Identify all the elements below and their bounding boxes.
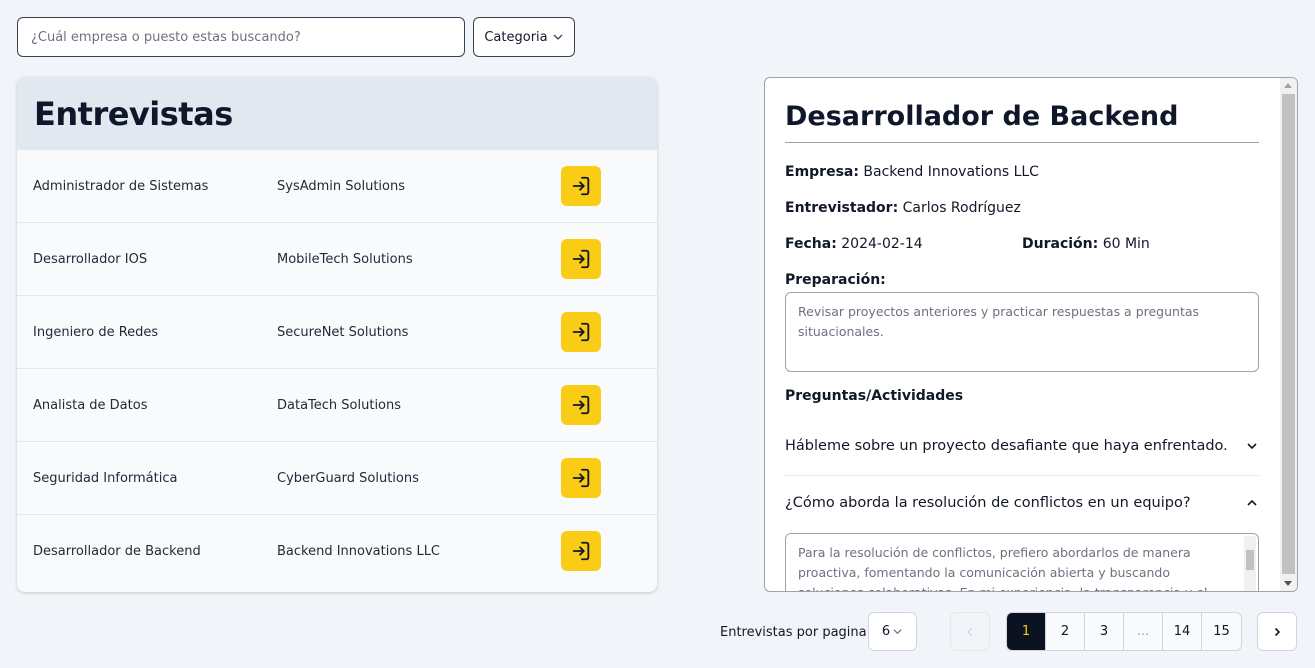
open-interview-button[interactable] (561, 166, 601, 206)
sign-in-icon (572, 322, 590, 342)
page-button[interactable]: 15 (1202, 613, 1241, 650)
row-position: Desarrollador de Backend (33, 544, 201, 559)
row-position: Administrador de Sistemas (33, 178, 209, 194)
detail-title: Desarrollador de Backend (785, 101, 1259, 143)
chevron-down-icon (1247, 443, 1257, 450)
row-company: DataTech Solutions (277, 397, 402, 413)
table-row: Seguridad Informática CyberGuard Solution… (17, 442, 657, 515)
detail-scrollbar[interactable] (1280, 78, 1297, 591)
answer-textarea[interactable]: Para la resolución de conflictos, prefie… (785, 533, 1259, 591)
chevron-left-icon (967, 627, 972, 636)
page-button[interactable]: 1 (1007, 613, 1046, 650)
prep-field: Preparación: (785, 272, 886, 288)
table-row: Ingeniero de Redes SecureNet Solutions (17, 296, 657, 369)
questions-field: Preguntas/Actividades (785, 388, 963, 404)
open-interview-button[interactable] (561, 239, 601, 279)
row-company: CyberGuard Solutions (277, 470, 419, 486)
chevron-up-icon (1247, 499, 1257, 506)
open-interview-button[interactable] (561, 458, 601, 498)
company-value: Backend Innovations LLC (863, 164, 1039, 180)
list-header: Entrevistas (17, 77, 657, 150)
chevron-down-icon (893, 629, 902, 635)
row-company: SecureNet Solutions (277, 324, 409, 340)
answer-text: Para la resolución de conflictos, prefie… (798, 545, 1208, 591)
row-company: Backend Innovations LLC (277, 544, 441, 559)
search-input[interactable] (17, 17, 465, 57)
page-button[interactable]: 2 (1046, 613, 1085, 650)
per-page-value: 6 (881, 624, 891, 639)
table-row: Desarrollador IOS MobileTech Solutions (17, 223, 657, 296)
category-label: Categoria (484, 29, 548, 45)
open-interview-button[interactable] (561, 531, 601, 571)
category-dropdown[interactable]: Categoria (473, 17, 575, 57)
open-interview-button[interactable] (561, 385, 601, 425)
table-row: Administrador de Sistemas SysAdmin Soluti… (17, 150, 657, 223)
interviewer-field: Entrevistador: Carlos Rodríguez (785, 200, 1021, 216)
table-row: Analista de Datos DataTech Solutions (17, 369, 657, 442)
interviewer-value: Carlos Rodríguez (902, 200, 1021, 216)
interviewer-label: Entrevistador: (785, 200, 899, 216)
sign-in-icon (572, 249, 590, 269)
open-interview-button[interactable] (561, 312, 601, 352)
interview-detail-panel: Desarrollador de Backend Empresa: Backen… (764, 77, 1298, 592)
row-position: Ingeniero de Redes (33, 324, 159, 340)
sign-in-icon (572, 176, 590, 196)
row-position: Seguridad Informática (33, 470, 178, 486)
company-label: Empresa: (785, 164, 859, 180)
chevron-right-icon (1274, 627, 1281, 636)
row-company: MobileTech Solutions (277, 251, 413, 267)
sign-in-icon (572, 468, 590, 488)
chevron-down-icon (553, 34, 563, 40)
page-buttons: 1 2 3... 14 15 (1006, 612, 1242, 651)
interviews-list: Entrevistas Administrador de Sistemas Sys… (17, 77, 657, 592)
date-label: Fecha: (785, 236, 837, 252)
per-page-select[interactable]: 6 (868, 612, 917, 651)
next-page-button[interactable] (1257, 612, 1297, 651)
question-item[interactable]: Hábleme sobre un proyecto desafiante que… (785, 438, 1259, 454)
row-position: Desarrollador IOS (33, 251, 148, 267)
question-item[interactable]: ¿Cómo aborda la resolución de conflictos… (785, 495, 1259, 511)
duration-value: 60 Min (1102, 236, 1150, 252)
questions-label: Preguntas/Actividades (785, 388, 964, 404)
company-field: Empresa: Backend Innovations LLC (785, 164, 1039, 180)
page-button[interactable]: 3 (1085, 613, 1124, 650)
question-text: ¿Cómo aborda la resolución de conflictos… (785, 495, 1191, 511)
page-button[interactable]: 14 (1163, 613, 1202, 650)
date-field: Fecha: 2024-02-14 (785, 236, 923, 252)
sign-in-icon (572, 541, 590, 561)
answer-scrollbar[interactable] (1244, 536, 1256, 591)
per-page-label: Entrevistas por pagina (720, 625, 867, 640)
prep-label: Preparación: (785, 272, 886, 288)
divider (785, 475, 1259, 476)
date-value: 2024-02-14 (841, 236, 923, 252)
list-title: Entrevistas (34, 94, 233, 133)
prep-textarea[interactable]: Revisar proyectos anteriores y practicar… (785, 292, 1259, 372)
prev-page-button[interactable] (950, 612, 990, 651)
duration-field: Duración: 60 Min (1022, 236, 1150, 252)
duration-label: Duración: (1022, 236, 1099, 252)
row-company: SysAdmin Solutions (277, 178, 406, 194)
row-position: Analista de Datos (33, 397, 148, 413)
page-ellipsis: ... (1124, 613, 1163, 650)
table-row: Desarrollador de Backend Backend Innovati… (17, 515, 657, 588)
sign-in-icon (572, 395, 590, 415)
question-text: Hábleme sobre un proyecto desafiante que… (785, 438, 1228, 454)
